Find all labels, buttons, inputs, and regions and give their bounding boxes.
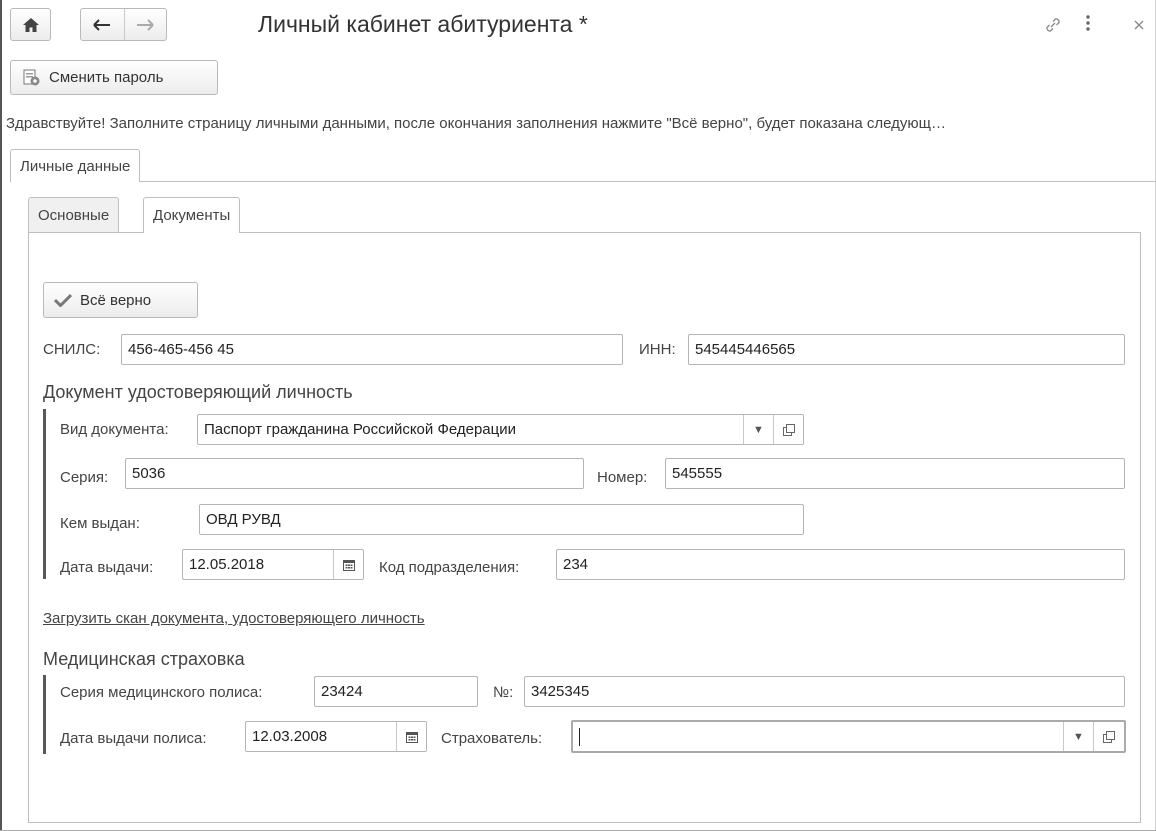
policy-date-label: Дата выдачи полиса: — [60, 730, 207, 747]
department-code-input[interactable]: 234 — [556, 549, 1125, 580]
doc-type-value: Паспорт гражданина Российской Федерации — [204, 421, 516, 438]
policy-date-input[interactable]: 12.03.2008 — [245, 721, 427, 752]
chevron-down-icon: ▼ — [753, 423, 764, 436]
open-form-icon — [782, 423, 795, 436]
identity-doc-title: Документ удостоверяющий личность — [43, 382, 353, 402]
settings-form-icon — [23, 69, 40, 85]
outer-tab-divider — [10, 181, 1156, 182]
back-button[interactable] — [81, 9, 125, 40]
window-border-left — [0, 0, 2, 831]
window-title: Личный кабинет абитуриента * — [258, 11, 588, 37]
doc-type-dropdown-button[interactable]: ▼ — [743, 415, 773, 444]
insurer-select[interactable]: ▼ — [571, 720, 1126, 753]
arrow-left-icon — [93, 18, 111, 31]
issue-date-calendar-button[interactable] — [333, 550, 363, 579]
policy-date-calendar-button[interactable] — [396, 722, 426, 751]
upload-scan-link[interactable]: Загрузить скан документа, удостоверяющег… — [43, 610, 425, 627]
inn-label: ИНН: — [639, 341, 676, 358]
number-label: Номер: — [597, 469, 648, 486]
arrow-right-icon — [137, 18, 154, 31]
issued-by-label: Кем выдан: — [60, 515, 140, 532]
series-input[interactable]: 5036 — [125, 458, 584, 489]
doc-type-select[interactable]: Паспорт гражданина Российской Федерации … — [197, 414, 804, 445]
inn-input[interactable]: 545445446565 — [688, 334, 1125, 365]
insurance-group-bar — [43, 675, 46, 754]
tab-documents-label: Документы — [153, 207, 231, 224]
home-button[interactable] — [10, 8, 51, 41]
policy-series-label: Серия медицинского полиса: — [60, 684, 263, 701]
calendar-icon — [405, 731, 418, 743]
insurer-open-button[interactable] — [1093, 722, 1124, 751]
forward-button[interactable] — [125, 9, 167, 40]
series-label: Серия: — [60, 469, 109, 486]
policy-number-input[interactable]: 3425345 — [524, 676, 1125, 707]
tab-main[interactable]: Основные — [28, 197, 120, 232]
link-icon[interactable] — [1043, 15, 1063, 40]
checkmark-icon — [54, 293, 72, 307]
identity-doc-group-bar — [43, 409, 46, 579]
tab-personal-data[interactable]: Личные данные — [10, 149, 141, 182]
insurer-label: Страхователь: — [441, 730, 543, 747]
policy-date-value: 12.03.2008 — [252, 728, 328, 745]
number-input[interactable]: 545555 — [665, 458, 1125, 489]
close-icon[interactable] — [1133, 15, 1145, 36]
nav-buttons — [80, 8, 167, 41]
home-icon — [22, 17, 39, 32]
text-cursor — [579, 727, 580, 746]
issue-date-input[interactable]: 12.05.2018 — [182, 549, 364, 580]
issue-date-value: 12.05.2018 — [189, 556, 265, 573]
snils-input[interactable]: 456-465-456 45 — [121, 334, 623, 365]
policy-series-input[interactable]: 23424 — [314, 676, 478, 707]
department-code-label: Код подразделения: — [379, 559, 520, 576]
change-password-button[interactable]: Сменить пароль — [10, 60, 218, 95]
snils-label: СНИЛС: — [43, 341, 101, 358]
issue-date-label: Дата выдачи: — [60, 559, 154, 576]
issued-by-input[interactable]: ОВД РУВД — [199, 504, 804, 535]
policy-number-label: №: — [493, 684, 514, 701]
tab-personal-data-label: Личные данные — [20, 157, 131, 175]
confirm-button[interactable]: Всё верно — [43, 282, 198, 318]
doc-type-open-button[interactable] — [773, 415, 803, 444]
tab-main-label: Основные — [38, 206, 110, 224]
insurance-title: Медицинская страховка — [43, 649, 245, 669]
chevron-down-icon: ▼ — [1073, 730, 1084, 743]
more-vertical-icon[interactable] — [1085, 13, 1091, 38]
insurer-dropdown-button[interactable]: ▼ — [1063, 722, 1093, 751]
confirm-button-label: Всё верно — [80, 291, 152, 309]
open-form-icon — [1103, 730, 1115, 743]
tab-documents[interactable]: Документы — [143, 197, 241, 233]
change-password-label: Сменить пароль — [49, 69, 164, 86]
info-message: Здравствуйте! Заполните страницу личными… — [6, 115, 946, 132]
calendar-icon — [342, 559, 355, 571]
doc-type-label: Вид документа: — [60, 421, 169, 438]
